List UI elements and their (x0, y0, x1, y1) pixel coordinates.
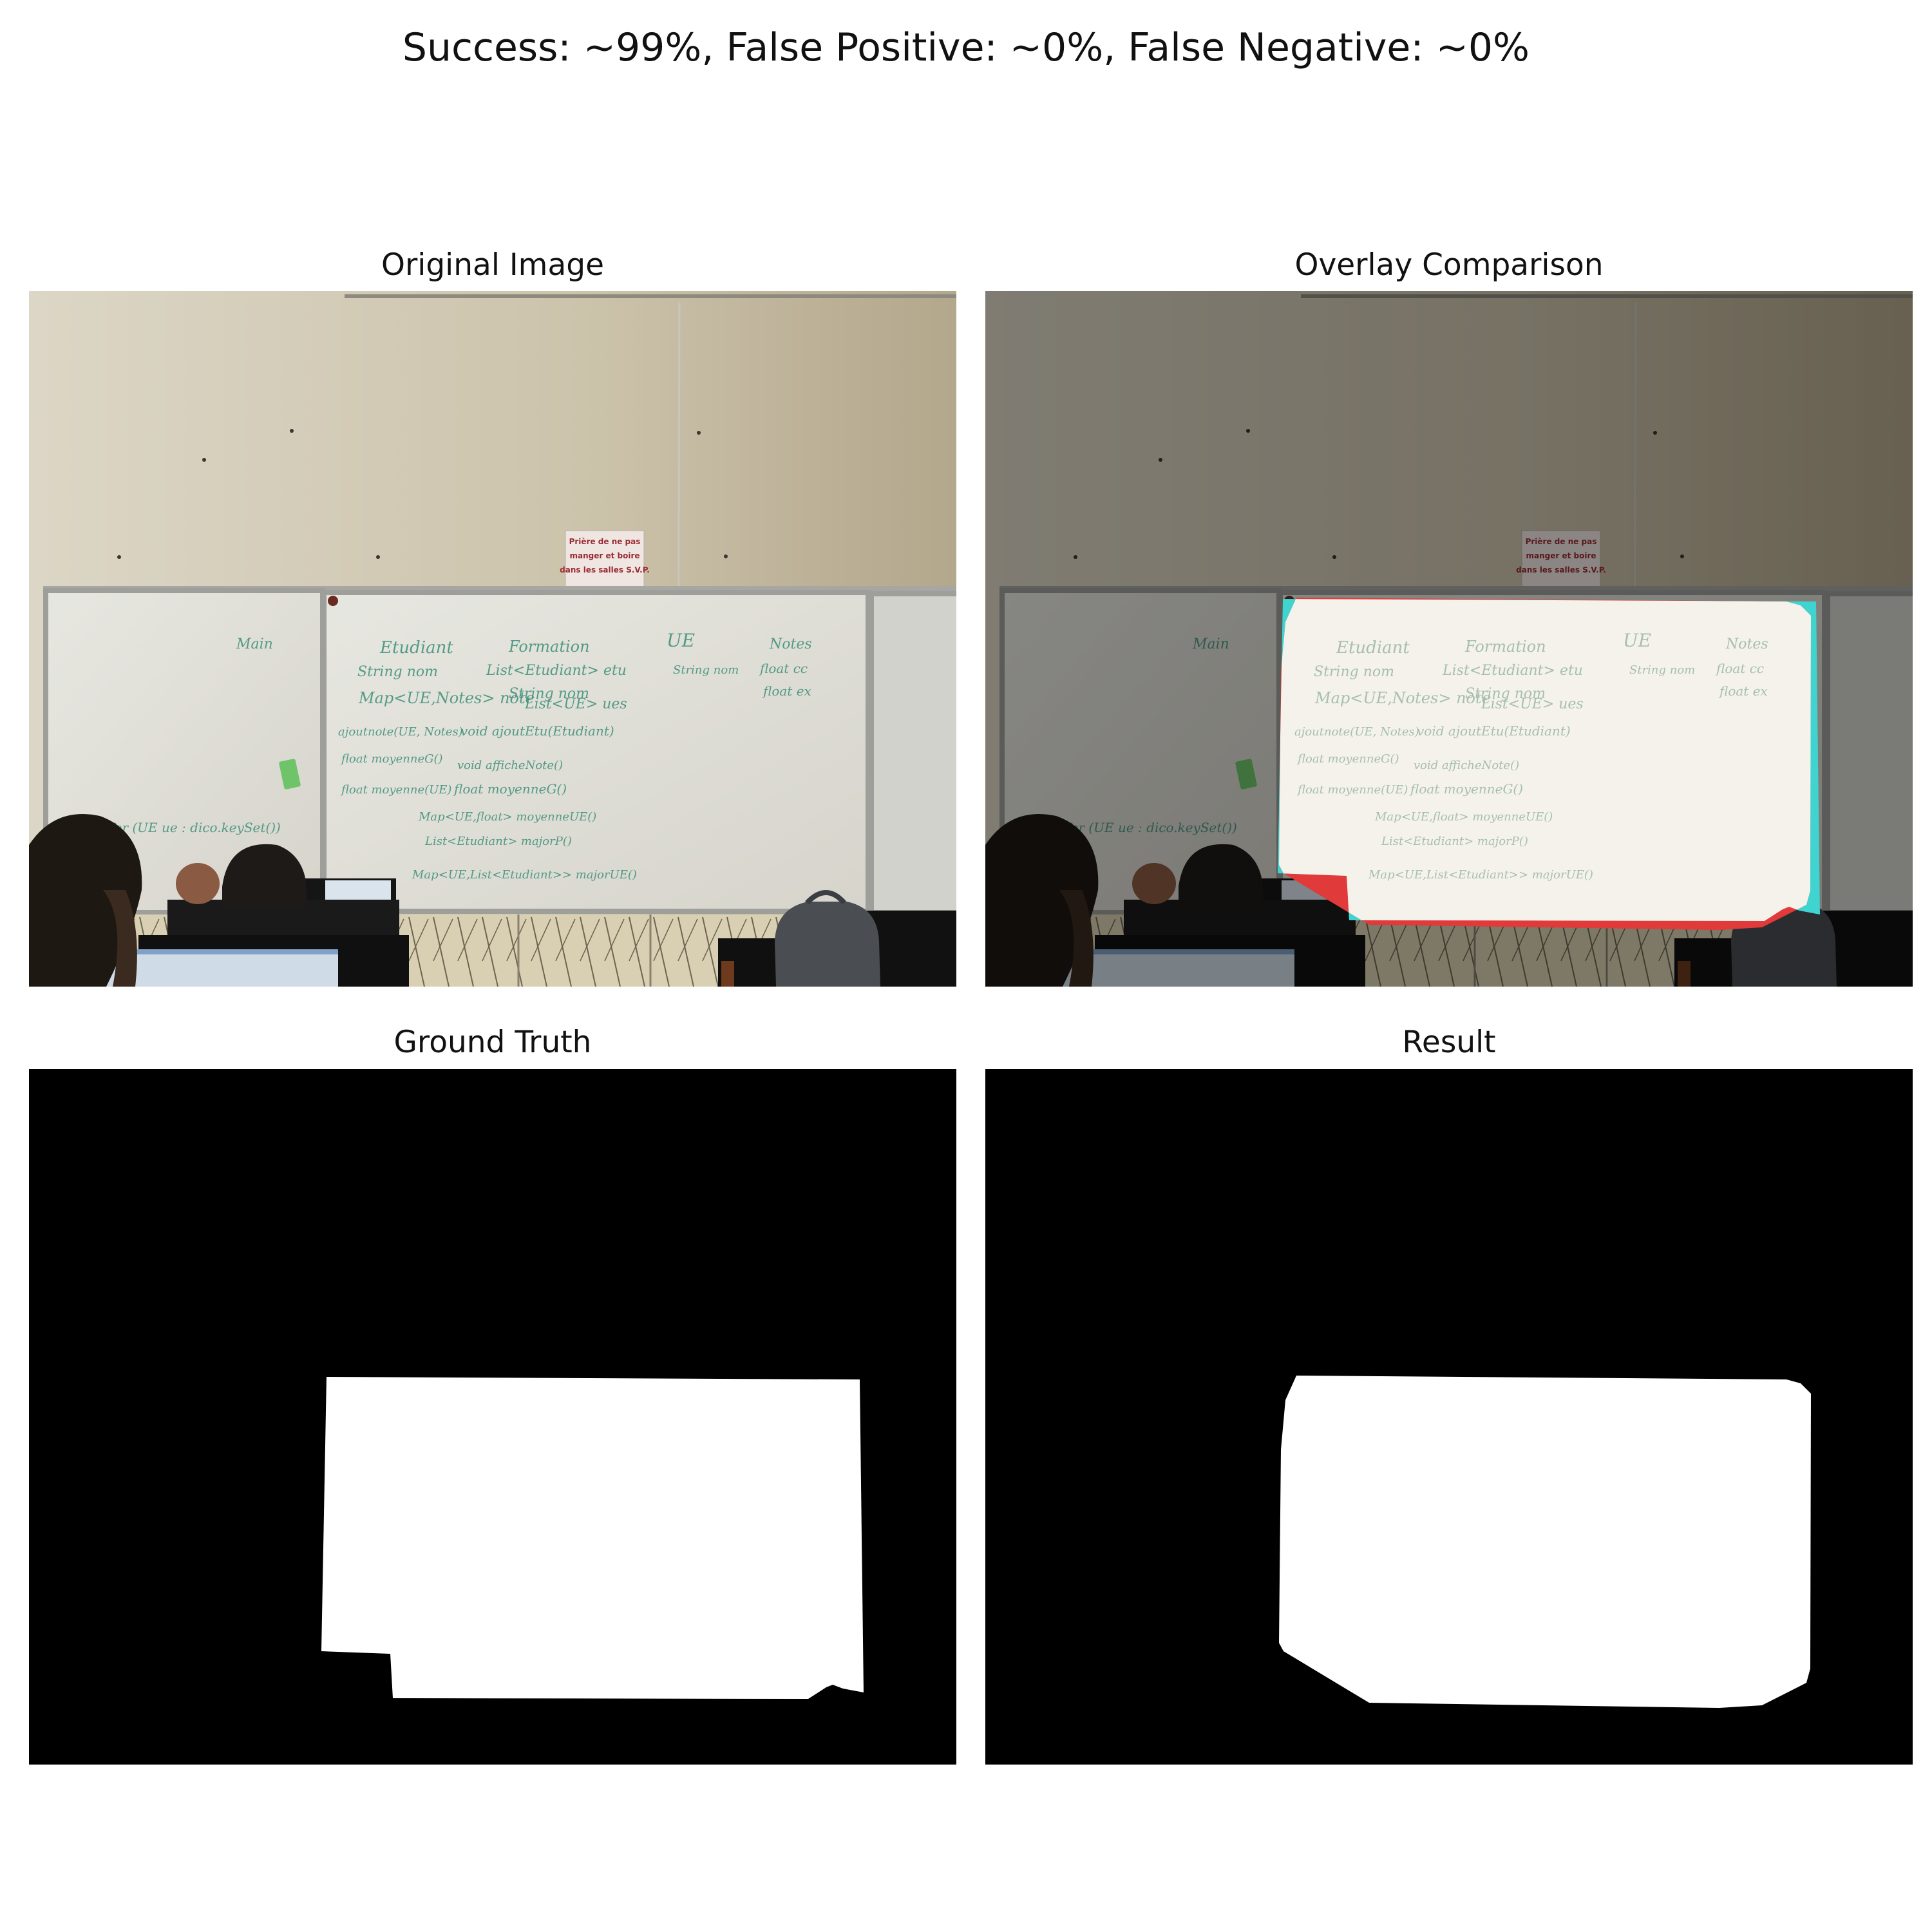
overlay-comparison-panel: Prière de ne pas manger et boire dans les … (985, 291, 1913, 987)
marker-writing: UE (667, 630, 695, 651)
result-region (1279, 1376, 1811, 1708)
marker-writing: ajoutnote(UE, Notes) (338, 725, 463, 739)
marker-writing: Map<UE,Notes> note (358, 689, 535, 707)
marker-writing: void ajoutEtu(Etudiant) (1417, 723, 1571, 739)
marker-writing: Map<UE,float> moyenneUE() (1374, 810, 1553, 824)
marker-writing: void afficheNote() (1414, 759, 1519, 772)
wall-speck (697, 431, 701, 435)
ground-truth-panel (29, 1069, 956, 1765)
overlay-comparison-image: Prière de ne pasmanger et boiredans les … (985, 291, 1913, 987)
wall-speck (724, 554, 728, 558)
original-image: Prière de ne pas manger et boire dans les … (29, 291, 956, 987)
marker-writing: Formation (508, 638, 590, 656)
marker-writing: float moyenneG() (340, 752, 443, 766)
wall-speck (290, 429, 294, 433)
marker-writing: Formation (1464, 638, 1546, 656)
marker-writing: String nom (1629, 663, 1695, 677)
wall-speck (202, 458, 206, 462)
sign-text-line: manger et boire (569, 551, 639, 560)
result-mask (985, 1069, 1913, 1765)
marker-writing: float ex (762, 683, 811, 699)
result-panel (985, 1069, 1913, 1765)
ground-truth-mask (29, 1069, 956, 1765)
sign-text-line: Prière de ne pas (569, 537, 641, 546)
marker-writing: List<Etudiant> majorP() (424, 835, 572, 848)
marker-writing: Map<UE,List<Etudiant>> majorUE() (412, 868, 637, 882)
right-whiteboard (869, 591, 956, 915)
marker-writing: List<Etudiant> etu (1442, 663, 1583, 679)
marker-writing: String nom (1314, 664, 1394, 680)
chair-edge (721, 961, 734, 987)
marker-writing: void ajoutEtu(Etudiant) (460, 723, 614, 739)
marker-writing: float cc (759, 661, 808, 676)
marker-writing: for (UE ue : dico.keySet()) (108, 820, 281, 835)
marker-writing: float moyenneG() (453, 781, 567, 797)
marker-writing: float moyenne(UE) (1296, 783, 1408, 797)
ground-truth-region (321, 1377, 864, 1699)
marker-writing: List<Etudiant> etu (486, 663, 627, 679)
marker-writing: float ex (1718, 683, 1768, 699)
original-image-panel: Prière de ne pas manger et boire dans les … (29, 291, 956, 987)
panel-title-overlay: Overlay Comparison (1294, 247, 1604, 283)
backpack (775, 902, 880, 987)
marker-writing: UE (1623, 630, 1651, 651)
wall-speck (117, 555, 121, 559)
marker-writing: List<UE> ues (524, 696, 627, 712)
marker-writing: Etudiant (1336, 638, 1410, 658)
marker-writing: Map<UE,Notes> note (1314, 689, 1491, 707)
marker-writing: float moyenneG() (1409, 781, 1523, 797)
wall-speck (376, 555, 380, 559)
marker-writing: float moyenneG() (1296, 752, 1399, 766)
marker-writing: Etudiant (379, 638, 453, 658)
marker-writing: Notes (769, 636, 812, 652)
marker-writing: void afficheNote() (457, 759, 563, 772)
marker-writing: Main (236, 636, 273, 652)
marker-writing: List<UE> ues (1481, 696, 1584, 712)
marker-writing: List<Etudiant> majorP() (1381, 835, 1528, 848)
sign-text-line: dans les salles S.V.P. (560, 565, 650, 574)
marker-writing: Notes (1725, 636, 1768, 652)
marker-writing: Map<UE,List<Etudiant>> majorUE() (1368, 868, 1593, 882)
board-magnet (328, 596, 338, 606)
figure-title: Success: ~99%, False Positive: ~0%, Fals… (402, 25, 1530, 70)
marker-writing: String nom (357, 664, 438, 680)
person-face (176, 863, 220, 904)
panel-title-result: Result (1402, 1025, 1496, 1060)
marker-writing: float cc (1715, 661, 1764, 676)
marker-writing: ajoutnote(UE, Notes) (1294, 725, 1419, 739)
marker-writing: float moyenne(UE) (340, 783, 451, 797)
marker-writing: String nom (673, 663, 739, 677)
panel-title-ground-truth: Ground Truth (393, 1025, 592, 1060)
marker-writing: Map<UE,float> moyenneUE() (418, 810, 596, 824)
panel-title-original: Original Image (381, 247, 605, 283)
